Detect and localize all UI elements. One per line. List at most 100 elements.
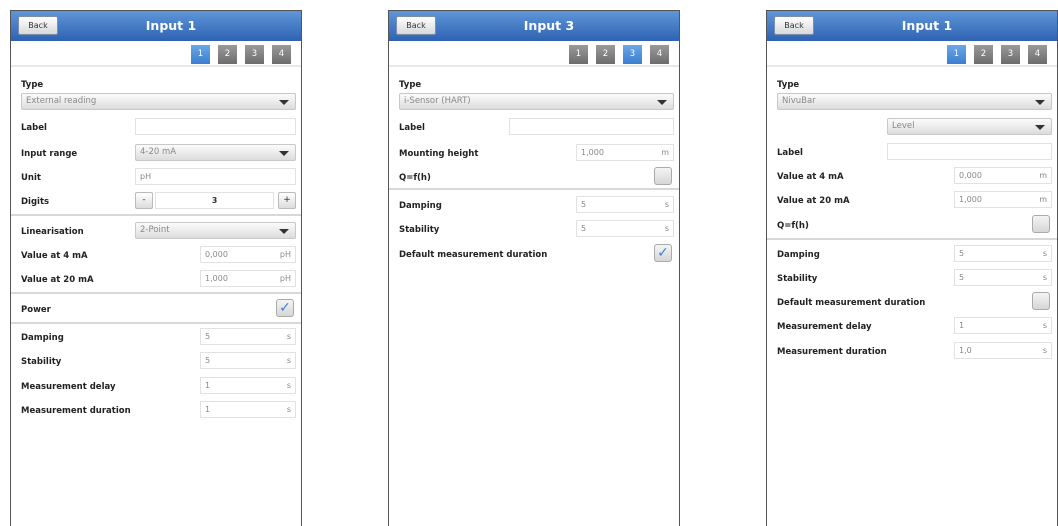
back-button[interactable]: Back	[774, 16, 814, 35]
value-at-4ma-unit: pH	[279, 250, 291, 259]
measurement-delay-label: Measurement delay	[21, 382, 116, 392]
input-1-settings-panel: Back Input 1 1 2 3 4 Type External readi…	[10, 10, 302, 526]
input-range-select[interactable]: 4-20 mA	[135, 144, 296, 161]
measurement-type-select[interactable]: Level	[887, 118, 1052, 135]
mounting-height-label: Mounting height	[399, 149, 479, 159]
input-range-value: 4-20 mA	[140, 147, 177, 157]
label-label: Label	[777, 148, 803, 158]
default-measurement-duration-checkbox[interactable]: ✓	[654, 244, 672, 262]
header-bar: Back Input 3	[389, 11, 679, 41]
linearisation-select[interactable]: 2-Point	[135, 222, 296, 239]
measurement-delay-unit: s	[1042, 321, 1047, 330]
tab-input-1[interactable]: 1	[191, 45, 210, 64]
type-select[interactable]: i-Sensor (HART)	[399, 93, 674, 110]
stability-input[interactable]: 5 s	[200, 352, 296, 369]
section-divider	[389, 188, 679, 190]
measurement-delay-value: 1	[205, 381, 211, 390]
power-label: Power	[21, 305, 51, 315]
label-input[interactable]	[887, 143, 1052, 160]
tab-input-2[interactable]: 2	[974, 45, 993, 64]
back-button[interactable]: Back	[18, 16, 58, 35]
stability-label: Stability	[399, 225, 440, 235]
value-at-4ma-value: 0,000	[959, 171, 982, 180]
label-input[interactable]	[135, 118, 296, 135]
measurement-duration-label: Measurement duration	[21, 406, 131, 416]
power-checkbox[interactable]: ✓	[276, 299, 294, 317]
section-divider	[11, 322, 301, 324]
damping-value: 5	[581, 200, 587, 209]
tab-input-4[interactable]: 4	[1028, 45, 1047, 64]
input-1-nivubar-settings-panel: Back Input 1 1 2 3 4 Type NivuBar Level …	[766, 10, 1058, 526]
label-input[interactable]	[509, 118, 674, 135]
tab-input-1[interactable]: 1	[569, 45, 588, 64]
damping-value: 5	[205, 332, 211, 341]
stability-input[interactable]: 5 s	[954, 269, 1052, 286]
damping-input[interactable]: 5 s	[954, 245, 1052, 262]
qfh-label: Q=f(h)	[777, 221, 809, 231]
measurement-delay-input[interactable]: 1 s	[200, 377, 296, 394]
value-at-20ma-value: 1,000	[205, 274, 228, 283]
qfh-checkbox[interactable]	[654, 167, 672, 185]
qfh-checkbox[interactable]	[1032, 215, 1050, 233]
input-tab-bar: 1 2 3 4	[767, 41, 1057, 67]
tab-input-3[interactable]: 3	[245, 45, 264, 64]
tab-input-2[interactable]: 2	[596, 45, 615, 64]
label-label: Label	[21, 123, 47, 133]
default-measurement-duration-label: Default measurement duration	[399, 250, 548, 260]
stability-unit: s	[1042, 273, 1047, 282]
type-select[interactable]: External reading	[21, 93, 296, 110]
value-at-20ma-input[interactable]: 1,000 pH	[200, 270, 296, 287]
tab-input-3[interactable]: 3	[1001, 45, 1020, 64]
chevron-down-icon	[1035, 100, 1045, 105]
value-at-20ma-value: 1,000	[959, 195, 982, 204]
stability-value: 5	[205, 356, 211, 365]
unit-label: Unit	[21, 173, 41, 183]
linearisation-label: Linearisation	[21, 227, 84, 237]
unit-input[interactable]: pH	[135, 168, 296, 185]
tab-input-2[interactable]: 2	[218, 45, 237, 64]
back-button[interactable]: Back	[396, 16, 436, 35]
stability-value: 5	[959, 273, 965, 282]
type-label: Type	[777, 80, 800, 90]
linearisation-value: 2-Point	[140, 225, 170, 235]
type-select-value: External reading	[26, 96, 97, 106]
type-select[interactable]: NivuBar	[777, 93, 1052, 110]
measurement-delay-input[interactable]: 1 s	[954, 317, 1052, 334]
type-select-value: i-Sensor (HART)	[404, 96, 471, 106]
measurement-duration-input[interactable]: 1 s	[200, 401, 296, 418]
damping-unit: s	[1042, 249, 1047, 258]
damping-input[interactable]: 5 s	[576, 196, 674, 213]
damping-label: Damping	[399, 201, 442, 211]
type-label: Type	[21, 80, 44, 90]
chevron-down-icon	[279, 229, 289, 234]
value-at-4ma-input[interactable]: 0,000 pH	[200, 246, 296, 263]
tab-input-4[interactable]: 4	[272, 45, 291, 64]
value-at-20ma-unit: m	[1039, 195, 1047, 204]
stability-input[interactable]: 5 s	[576, 220, 674, 237]
damping-input[interactable]: 5 s	[200, 328, 296, 345]
digits-increment-button[interactable]: +	[278, 192, 296, 209]
measurement-delay-value: 1	[959, 321, 965, 330]
digits-label: Digits	[21, 197, 50, 207]
stability-label: Stability	[777, 274, 818, 284]
value-at-20ma-input[interactable]: 1,000 m	[954, 191, 1052, 208]
damping-value: 5	[959, 249, 965, 258]
page-title: Input 3	[523, 18, 575, 33]
label-label: Label	[399, 123, 425, 133]
input-tab-bar: 1 2 3 4	[389, 41, 679, 67]
tab-input-1[interactable]: 1	[947, 45, 966, 64]
mounting-height-input[interactable]: 1,000 m	[576, 144, 674, 161]
measurement-duration-input[interactable]: 1,0 s	[954, 342, 1052, 359]
digits-decrement-button[interactable]: -	[135, 192, 153, 209]
section-divider	[11, 214, 301, 216]
mounting-height-value: 1,000	[581, 148, 604, 157]
default-measurement-duration-checkbox[interactable]	[1032, 292, 1050, 310]
damping-label: Damping	[777, 250, 820, 260]
stability-label: Stability	[21, 357, 62, 367]
stability-unit: s	[286, 356, 291, 365]
stability-value: 5	[581, 224, 587, 233]
tab-input-3[interactable]: 3	[623, 45, 642, 64]
value-at-4ma-input[interactable]: 0,000 m	[954, 167, 1052, 184]
tab-input-4[interactable]: 4	[650, 45, 669, 64]
default-measurement-duration-label: Default measurement duration	[777, 298, 926, 308]
